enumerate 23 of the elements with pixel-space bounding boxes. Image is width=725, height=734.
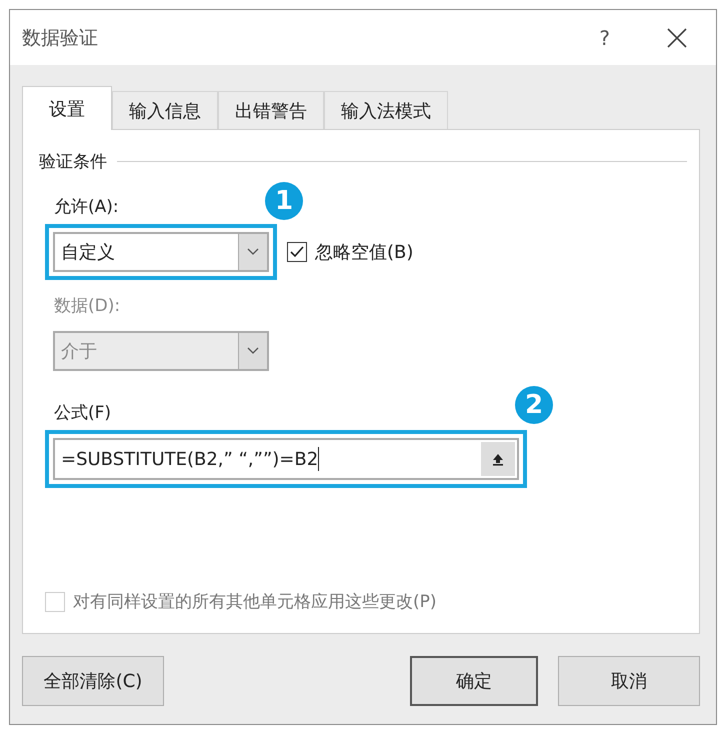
checkbox-box[interactable] <box>287 242 307 262</box>
field-label: 允许(A): <box>54 196 119 218</box>
tab[interactable]: 输入信息 <box>112 91 218 129</box>
step-badge: 2 <box>515 386 553 424</box>
clear-all-button[interactable]: 全部清除(C) <box>22 656 164 706</box>
help-button[interactable]: ? <box>599 26 610 50</box>
field-label: 数据(D): <box>54 295 120 317</box>
formula-field[interactable]: =SUBSTITUTE(B2,” “,””)=B2 <box>53 438 519 480</box>
collapse-icon[interactable] <box>491 452 505 466</box>
tab[interactable]: 输入法模式 <box>324 91 448 129</box>
allow-dropdown[interactable]: 自定义 <box>53 232 269 272</box>
ignore-blank-checkbox[interactable]: 忽略空值(B) <box>287 240 414 264</box>
section-heading: 验证条件 <box>39 151 107 173</box>
field-label: 公式(F) <box>54 402 112 424</box>
window-title: 数据验证 <box>22 26 98 50</box>
close-icon[interactable] <box>666 26 688 48</box>
step-badge: 1 <box>265 182 303 220</box>
chevron-icon <box>247 248 259 256</box>
ok-button[interactable]: 确定 <box>410 656 538 706</box>
tab[interactable]: 设置 <box>22 86 112 130</box>
tab[interactable]: 出错警告 <box>218 91 324 129</box>
chevron-icon <box>247 347 259 355</box>
cancel-button[interactable]: 取消 <box>558 656 700 706</box>
